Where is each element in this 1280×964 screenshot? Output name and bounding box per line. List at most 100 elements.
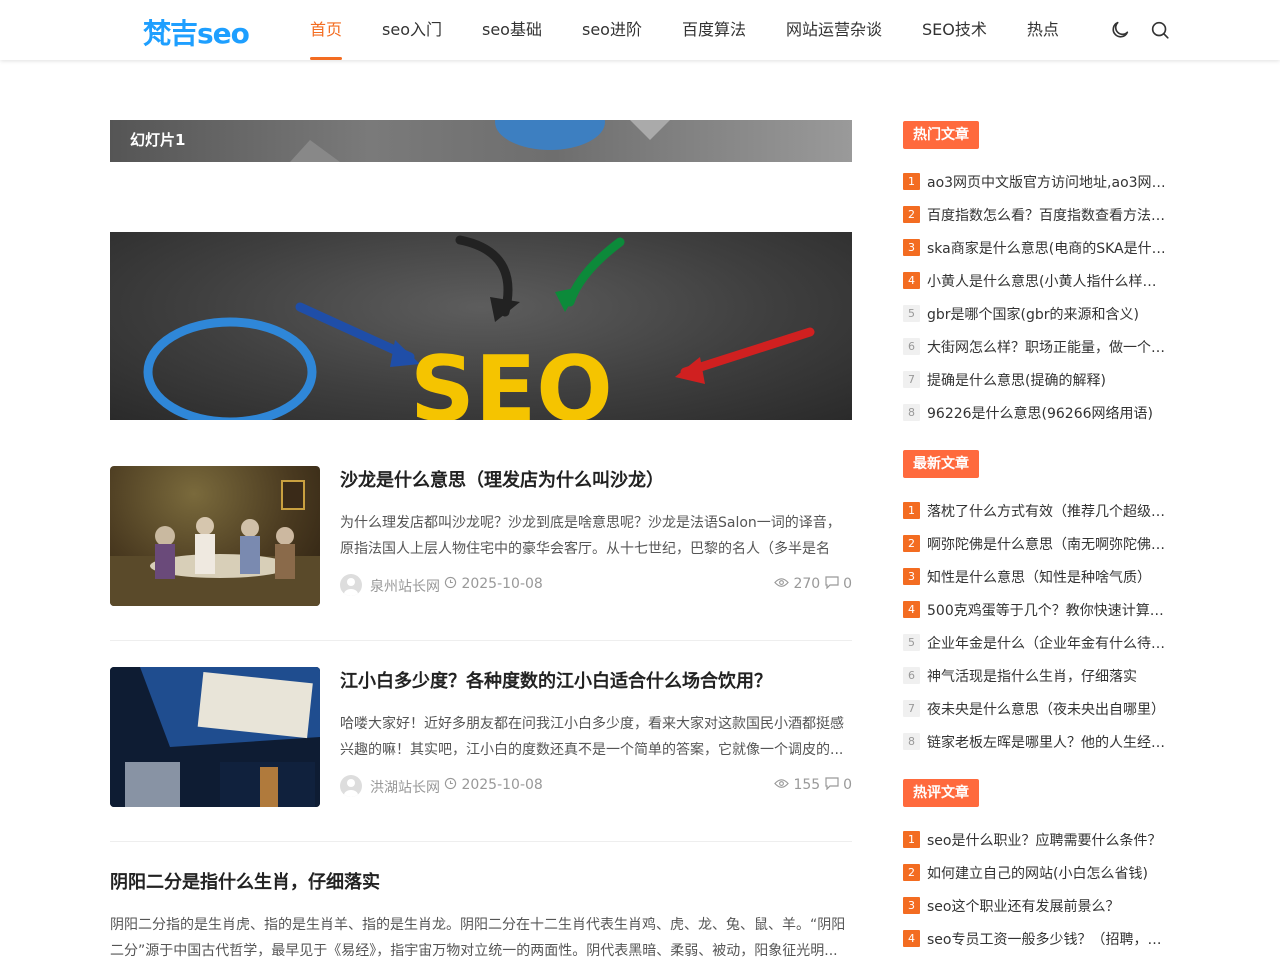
- article-title[interactable]: 阴阳二分是指什么生肖，仔细落实: [110, 868, 380, 894]
- article-thumbnail[interactable]: [110, 466, 320, 606]
- list-item[interactable]: 6 神气活现是指什么生肖，仔细落实: [903, 659, 1173, 692]
- nav-seo-advanced[interactable]: seo进阶: [562, 0, 662, 60]
- rank-badge: 1: [903, 831, 920, 848]
- comment-icon: [825, 576, 839, 590]
- avatar[interactable]: [340, 574, 362, 596]
- list-item[interactable]: 2 百度指数怎么看？百度指数查看方法详解: [903, 198, 1173, 231]
- list-item[interactable]: 7 夜未央是什么意思（夜未央出自哪里）: [903, 692, 1173, 725]
- slideshow[interactable]: 幻灯片1: [110, 120, 852, 162]
- list-item[interactable]: 2 如何建立自己的网站(小白怎么省钱): [903, 856, 1173, 889]
- article-thumbnail[interactable]: [110, 667, 320, 807]
- list-item-title[interactable]: 落枕了什么方式有效（推荐几个超级有效的方法）: [927, 501, 1169, 521]
- slide-caption: 幻灯片1: [130, 131, 186, 149]
- list-item[interactable]: 1 落枕了什么方式有效（推荐几个超级有效的方法）: [903, 494, 1173, 527]
- article-summary: 为什么理发店都叫沙龙呢？沙龙到底是啥意思呢？沙龙是法语Salon一词的译音，原指…: [340, 515, 841, 557]
- search-icon[interactable]: [1149, 19, 1171, 41]
- nav-seo-tech[interactable]: SEO技术: [902, 0, 1007, 60]
- list-item[interactable]: 3 seo这个职业还有发展前景么？: [903, 889, 1173, 922]
- list-item-title[interactable]: 知性是什么意思（知性是种啥气质）: [927, 567, 1151, 587]
- list-item-title[interactable]: 神气活现是指什么生肖，仔细落实: [927, 666, 1137, 686]
- seo-banner[interactable]: SEO: [110, 232, 852, 420]
- article-stats: 270 0: [774, 576, 852, 592]
- article-summary: 阴阳二分指的是生肖虎、指的是生肖羊、指的是生肖龙。阴阳二分在十二生肖代表生肖鸡、…: [110, 917, 846, 959]
- rank-badge: 2: [903, 206, 920, 223]
- view-count: 270: [793, 576, 821, 592]
- widget-title: 最新文章: [903, 450, 979, 478]
- list-item[interactable]: 4 500克鸡蛋等于几个？教你快速计算鸡蛋重量: [903, 593, 1173, 626]
- post-date: 2025-10-08: [461, 777, 543, 793]
- nav-baidu-algorithm[interactable]: 百度算法: [662, 0, 766, 60]
- avatar[interactable]: [340, 775, 362, 797]
- rank-badge: 2: [903, 864, 920, 881]
- article-title[interactable]: 沙龙是什么意思（理发店为什么叫沙龙）: [340, 466, 664, 492]
- list-item-title[interactable]: gbr是哪个国家(gbr的来源和含义): [927, 304, 1139, 324]
- list-item-title[interactable]: seo是什么职业？应聘需要什么条件？: [927, 830, 1161, 850]
- list-item[interactable]: 5 gbr是哪个国家(gbr的来源和含义): [903, 297, 1173, 330]
- nav-home[interactable]: 首页: [290, 0, 362, 60]
- list-item[interactable]: 8 96226是什么意思(96266网络用语): [903, 396, 1173, 429]
- rank-badge: 4: [903, 930, 920, 947]
- list-item-title[interactable]: 提确是什么意思(提确的解释): [927, 370, 1106, 390]
- banner-image: SEO: [143, 235, 815, 420]
- nav-seo-basics[interactable]: seo基础: [462, 0, 562, 60]
- article-stats: 155 0: [774, 777, 852, 793]
- liquor-bottle-image: [110, 667, 320, 807]
- article-meta: 洪湖站长网 2025-10-08 155 0: [340, 775, 852, 799]
- list-item-title[interactable]: 啊弥陀佛是什么意思（南无啊弥陀佛的含义）: [927, 534, 1169, 554]
- eye-icon: [774, 578, 789, 587]
- article-meta: 泉州站长网 2025-10-08 270 0: [340, 574, 852, 598]
- nav-site-operations[interactable]: 网站运营杂谈: [766, 0, 902, 60]
- rank-badge: 5: [903, 634, 920, 651]
- list-item[interactable]: 1 seo是什么职业？应聘需要什么条件？: [903, 823, 1173, 856]
- article-item[interactable]: 江小白多少度？各种度数的江小白适合什么场合饮用？ 哈喽大家好！近好多朋友都在问我…: [110, 667, 852, 807]
- comment-count: 0: [843, 777, 852, 793]
- rank-badge: 1: [903, 502, 920, 519]
- article-item[interactable]: 阴阳二分是指什么生肖，仔细落实 阴阳二分指的是生肖虎、指的是生肖羊、指的是生肖龙…: [110, 868, 852, 960]
- list-item-title[interactable]: seo这个职业还有发展前景么？: [927, 896, 1119, 916]
- nav-seo-intro[interactable]: seo入门: [362, 0, 462, 60]
- rank-badge: 5: [903, 305, 920, 322]
- list-item-title[interactable]: 夜未央是什么意思（夜未央出自哪里）: [927, 699, 1165, 719]
- article-summary: 哈喽大家好！近好多朋友都在问我江小白多少度，看来大家对这款国民小酒都挺感兴趣的嘛…: [340, 716, 844, 758]
- list-item[interactable]: 4 小黄人是什么意思(小黄人指什么样的人): [903, 264, 1173, 297]
- rank-list: 1 seo是什么职业？应聘需要什么条件？ 2 如何建立自己的网站(小白怎么省钱) 3…: [903, 823, 1173, 955]
- list-item-title[interactable]: ska商家是什么意思(电商的SKA是什么): [927, 238, 1169, 258]
- site-logo[interactable]: 梵吉seo: [143, 12, 250, 52]
- author-name[interactable]: 洪湖站长网: [370, 777, 440, 797]
- rank-badge: 8: [903, 404, 920, 421]
- list-item-title[interactable]: 如何建立自己的网站(小白怎么省钱): [927, 863, 1148, 883]
- list-item[interactable]: 2 啊弥陀佛是什么意思（南无啊弥陀佛的含义）: [903, 527, 1173, 560]
- divider: [110, 841, 852, 842]
- list-item-title[interactable]: ao3网页中文版官方访问地址,ao3网页版链接入口: [927, 172, 1169, 192]
- rank-badge: 4: [903, 272, 920, 289]
- rank-badge: 7: [903, 700, 920, 717]
- article-title[interactable]: 江小白多少度？各种度数的江小白适合什么场合饮用？: [340, 667, 772, 693]
- clock-icon: [444, 777, 457, 790]
- list-item-title[interactable]: 百度指数怎么看？百度指数查看方法详解: [927, 205, 1169, 225]
- list-item[interactable]: 1 ao3网页中文版官方访问地址,ao3网页版链接入口: [903, 165, 1173, 198]
- nav-hot[interactable]: 热点: [1007, 0, 1079, 60]
- date-wrap: 2025-10-08: [444, 576, 543, 592]
- widget-most-commented: 热评文章 1 seo是什么职业？应聘需要什么条件？ 2 如何建立自己的网站(小白怎么…: [903, 779, 1173, 955]
- list-item-title[interactable]: 企业年金是什么（企业年金有什么待遇）: [927, 633, 1169, 653]
- moon-icon[interactable]: [1109, 19, 1131, 41]
- list-item-title[interactable]: 96226是什么意思(96266网络用语): [927, 403, 1153, 423]
- list-item-title[interactable]: 链家老板左晖是哪里人？他的人生经历如何: [927, 732, 1169, 752]
- list-item[interactable]: 6 大街网怎么样？职场正能量，做一个有用的人: [903, 330, 1173, 363]
- list-item[interactable]: 8 链家老板左晖是哪里人？他的人生经历如何: [903, 725, 1173, 758]
- list-item[interactable]: 3 ska商家是什么意思(电商的SKA是什么): [903, 231, 1173, 264]
- rank-badge: 6: [903, 667, 920, 684]
- list-item-title[interactable]: 大街网怎么样？职场正能量，做一个有用的人: [927, 337, 1169, 357]
- list-item[interactable]: 3 知性是什么意思（知性是种啥气质）: [903, 560, 1173, 593]
- list-item-title[interactable]: seo专员工资一般多少钱？（招聘，薪资待遇）: [927, 929, 1169, 949]
- view-count: 155: [793, 777, 821, 793]
- list-item[interactable]: 5 企业年金是什么（企业年金有什么待遇）: [903, 626, 1173, 659]
- list-item-title[interactable]: 500克鸡蛋等于几个？教你快速计算鸡蛋重量: [927, 600, 1169, 620]
- rank-badge: 3: [903, 897, 920, 914]
- author-name[interactable]: 泉州站长网: [370, 576, 440, 596]
- list-item-title[interactable]: 小黄人是什么意思(小黄人指什么样的人): [927, 271, 1169, 291]
- list-item[interactable]: 7 提确是什么意思(提确的解释): [903, 363, 1173, 396]
- list-item[interactable]: 4 seo专员工资一般多少钱？（招聘，薪资待遇）: [903, 922, 1173, 955]
- rank-list: 1 ao3网页中文版官方访问地址,ao3网页版链接入口 2 百度指数怎么看？百度指数…: [903, 165, 1173, 429]
- article-item[interactable]: 沙龙是什么意思（理发店为什么叫沙龙） 为什么理发店都叫沙龙呢？沙龙到底是啥意思呢…: [110, 466, 852, 606]
